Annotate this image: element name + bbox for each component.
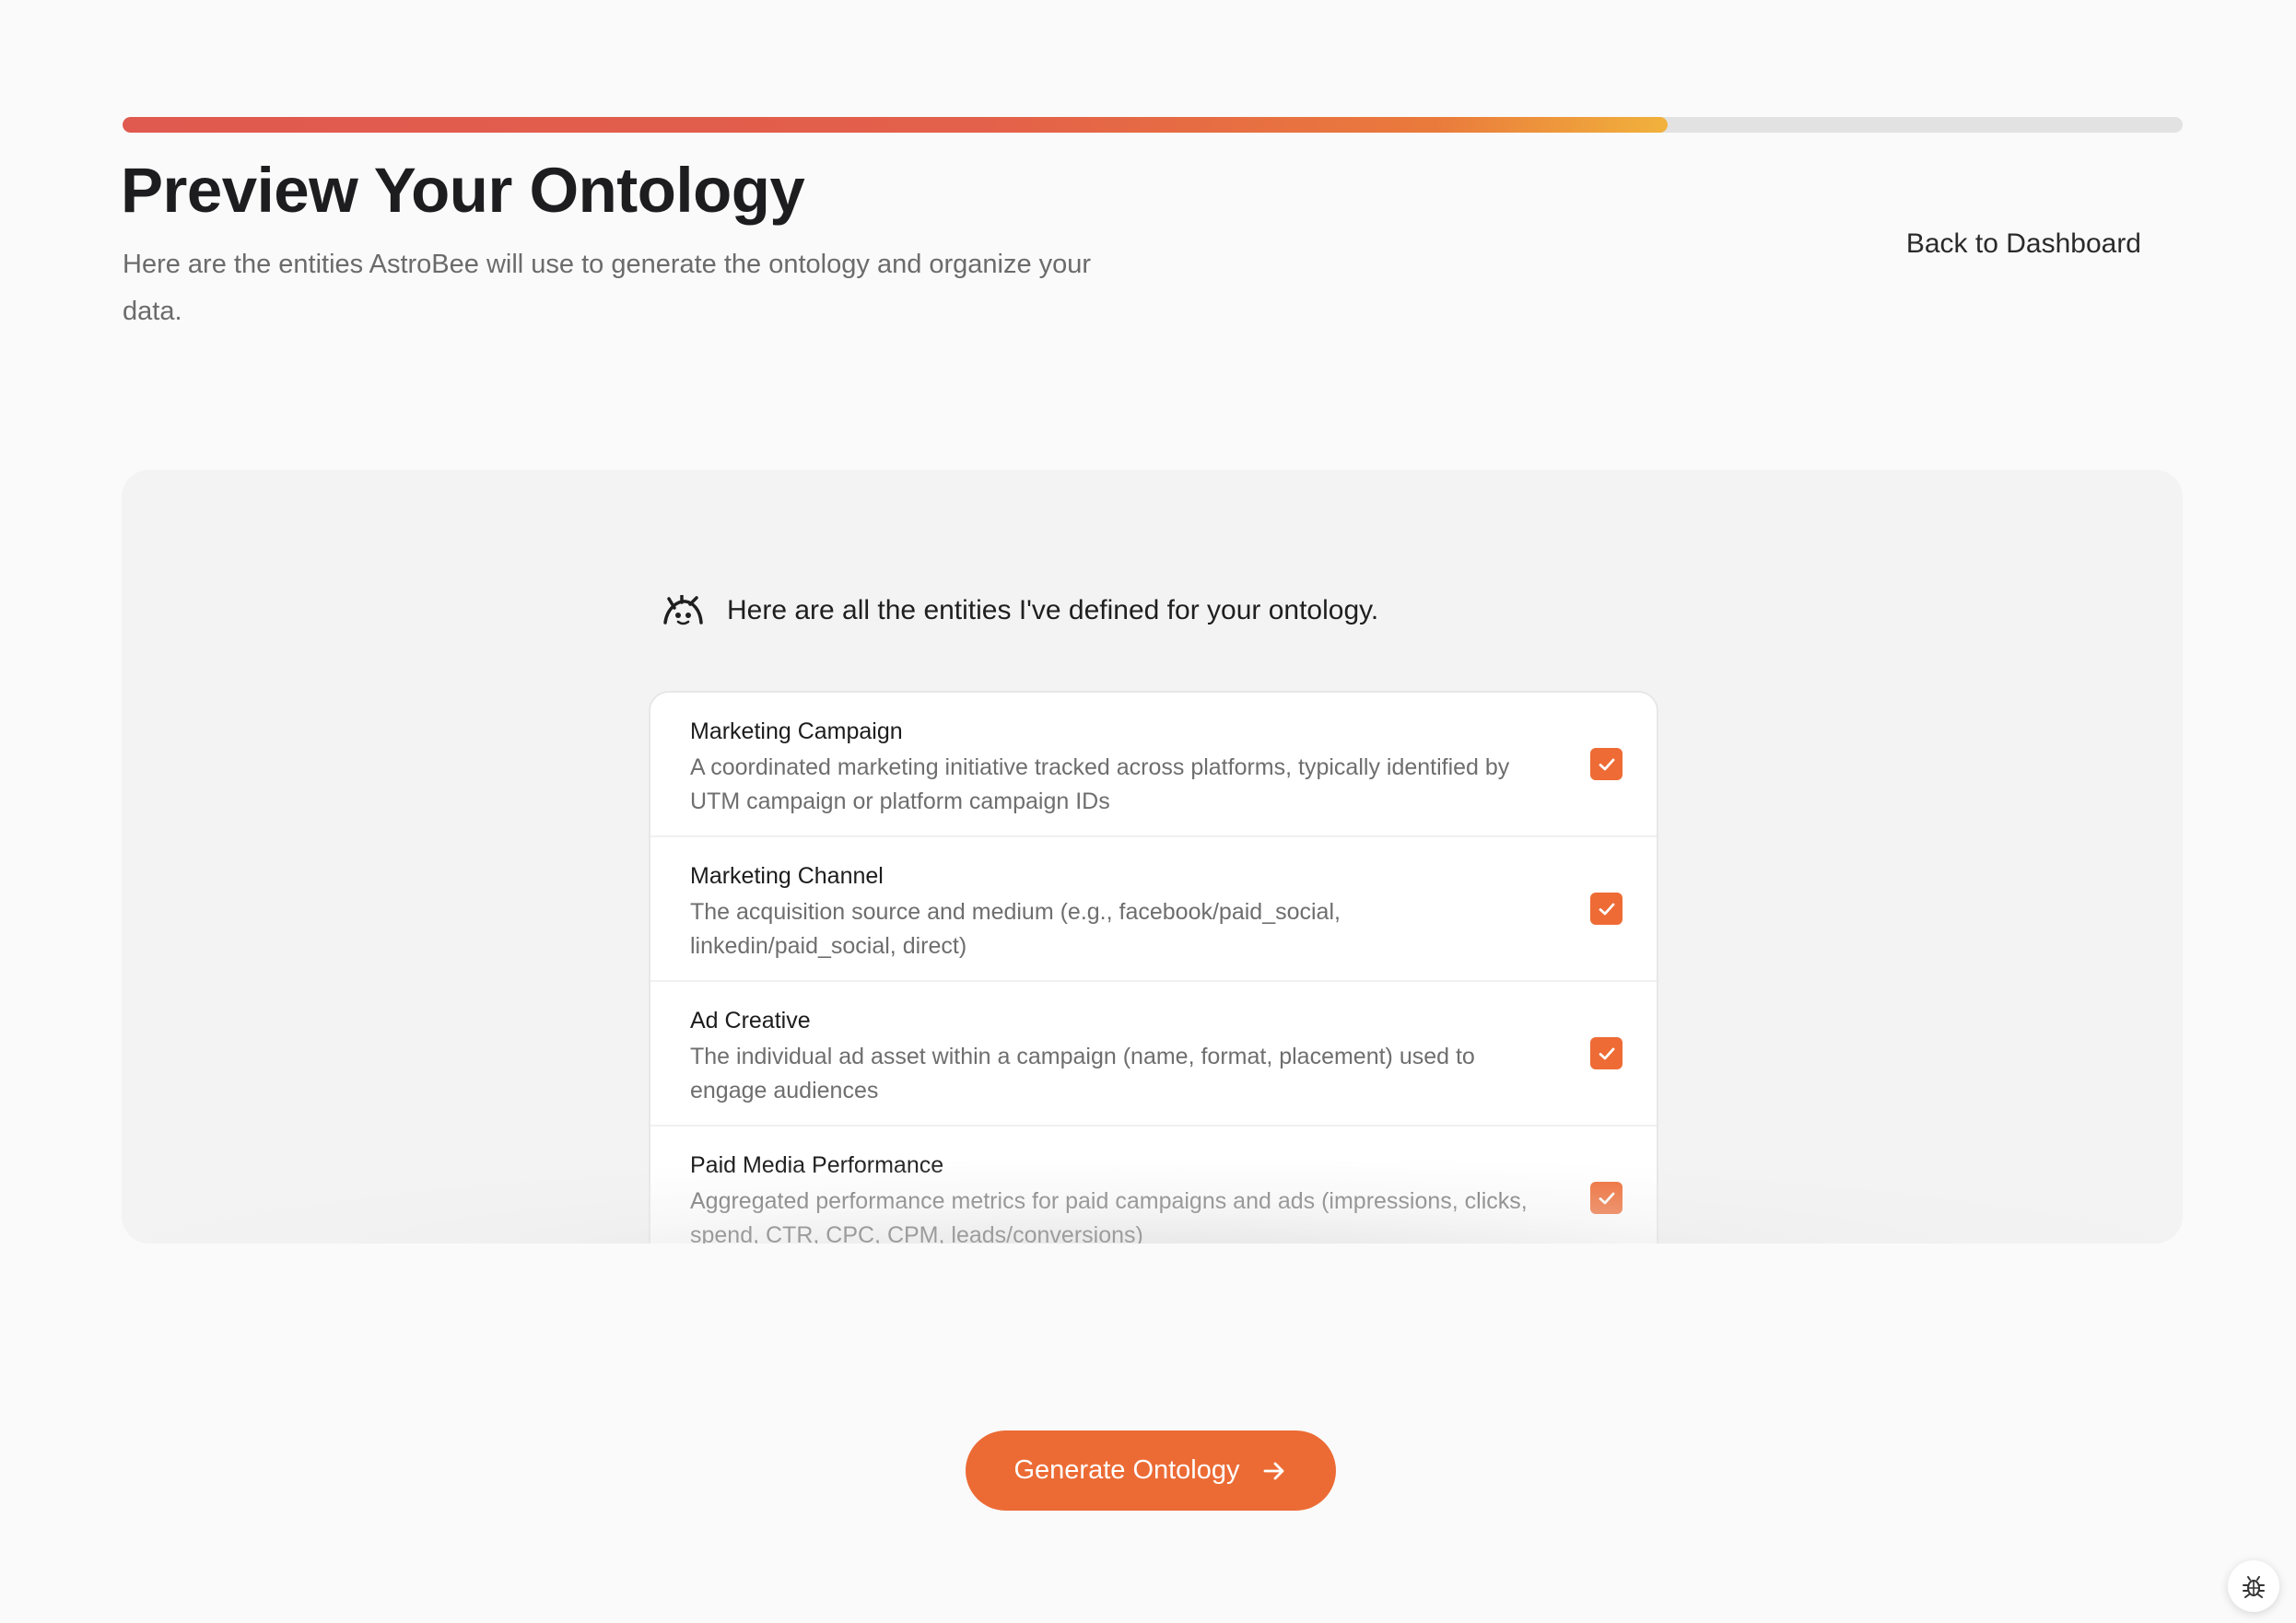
entity-name: Marketing Channel [690, 863, 884, 889]
entity-item: Marketing Channel The acquisition source… [650, 837, 1657, 982]
entity-description: The individual ad asset within a campaig… [690, 1044, 1475, 1103]
entity-name: Ad Creative [690, 1008, 811, 1033]
check-icon [1599, 758, 1614, 770]
entity-item: Marketing Campaign A coordinated marketi… [650, 693, 1657, 837]
debug-button[interactable] [2228, 1560, 2279, 1612]
back-to-dashboard-link[interactable]: Back to Dashboard [1906, 228, 2141, 260]
arrow-right-icon [1263, 1462, 1283, 1479]
check-icon [1599, 1047, 1614, 1059]
entity-item: Ad Creative The individual ad asset with… [650, 982, 1657, 1127]
astrobee-icon [661, 594, 705, 627]
entity-name: Marketing Campaign [690, 718, 903, 744]
check-icon [1599, 903, 1614, 915]
assistant-message-text: Here are all the entities I've defined f… [727, 595, 1379, 625]
entity-description: The acquisition source and medium (e.g.,… [690, 899, 1341, 959]
bug-icon [2243, 1576, 2265, 1598]
progress-bar-fill [123, 117, 1668, 133]
entity-name: Paid Media Performance [690, 1152, 944, 1178]
generate-ontology-label: Generate Ontology [1013, 1455, 1240, 1485]
page-title: Preview Your Ontology [121, 155, 805, 226]
entity-checkbox[interactable] [1590, 748, 1622, 780]
entity-description: Aggregated performance metrics for paid … [690, 1188, 1528, 1244]
ontology-preview-panel: Here are all the entities I've defined f… [122, 470, 2183, 1244]
check-icon [1599, 1192, 1614, 1204]
page-subtitle: Here are the entities AstroBee will use … [123, 250, 1092, 326]
entity-checkbox[interactable] [1590, 893, 1622, 925]
entity-item: Paid Media Performance Aggregated perfor… [650, 1127, 1657, 1244]
entity-checkbox[interactable] [1590, 1037, 1622, 1069]
assistant-message: Here are all the entities I've defined f… [661, 594, 1378, 627]
generate-ontology-button[interactable]: Generate Ontology [966, 1430, 1336, 1511]
entity-list: Marketing Campaign A coordinated marketi… [649, 691, 1658, 1244]
entity-checkbox[interactable] [1590, 1182, 1622, 1214]
entity-description: A coordinated marketing initiative track… [690, 754, 1510, 814]
progress-bar [123, 117, 2183, 133]
